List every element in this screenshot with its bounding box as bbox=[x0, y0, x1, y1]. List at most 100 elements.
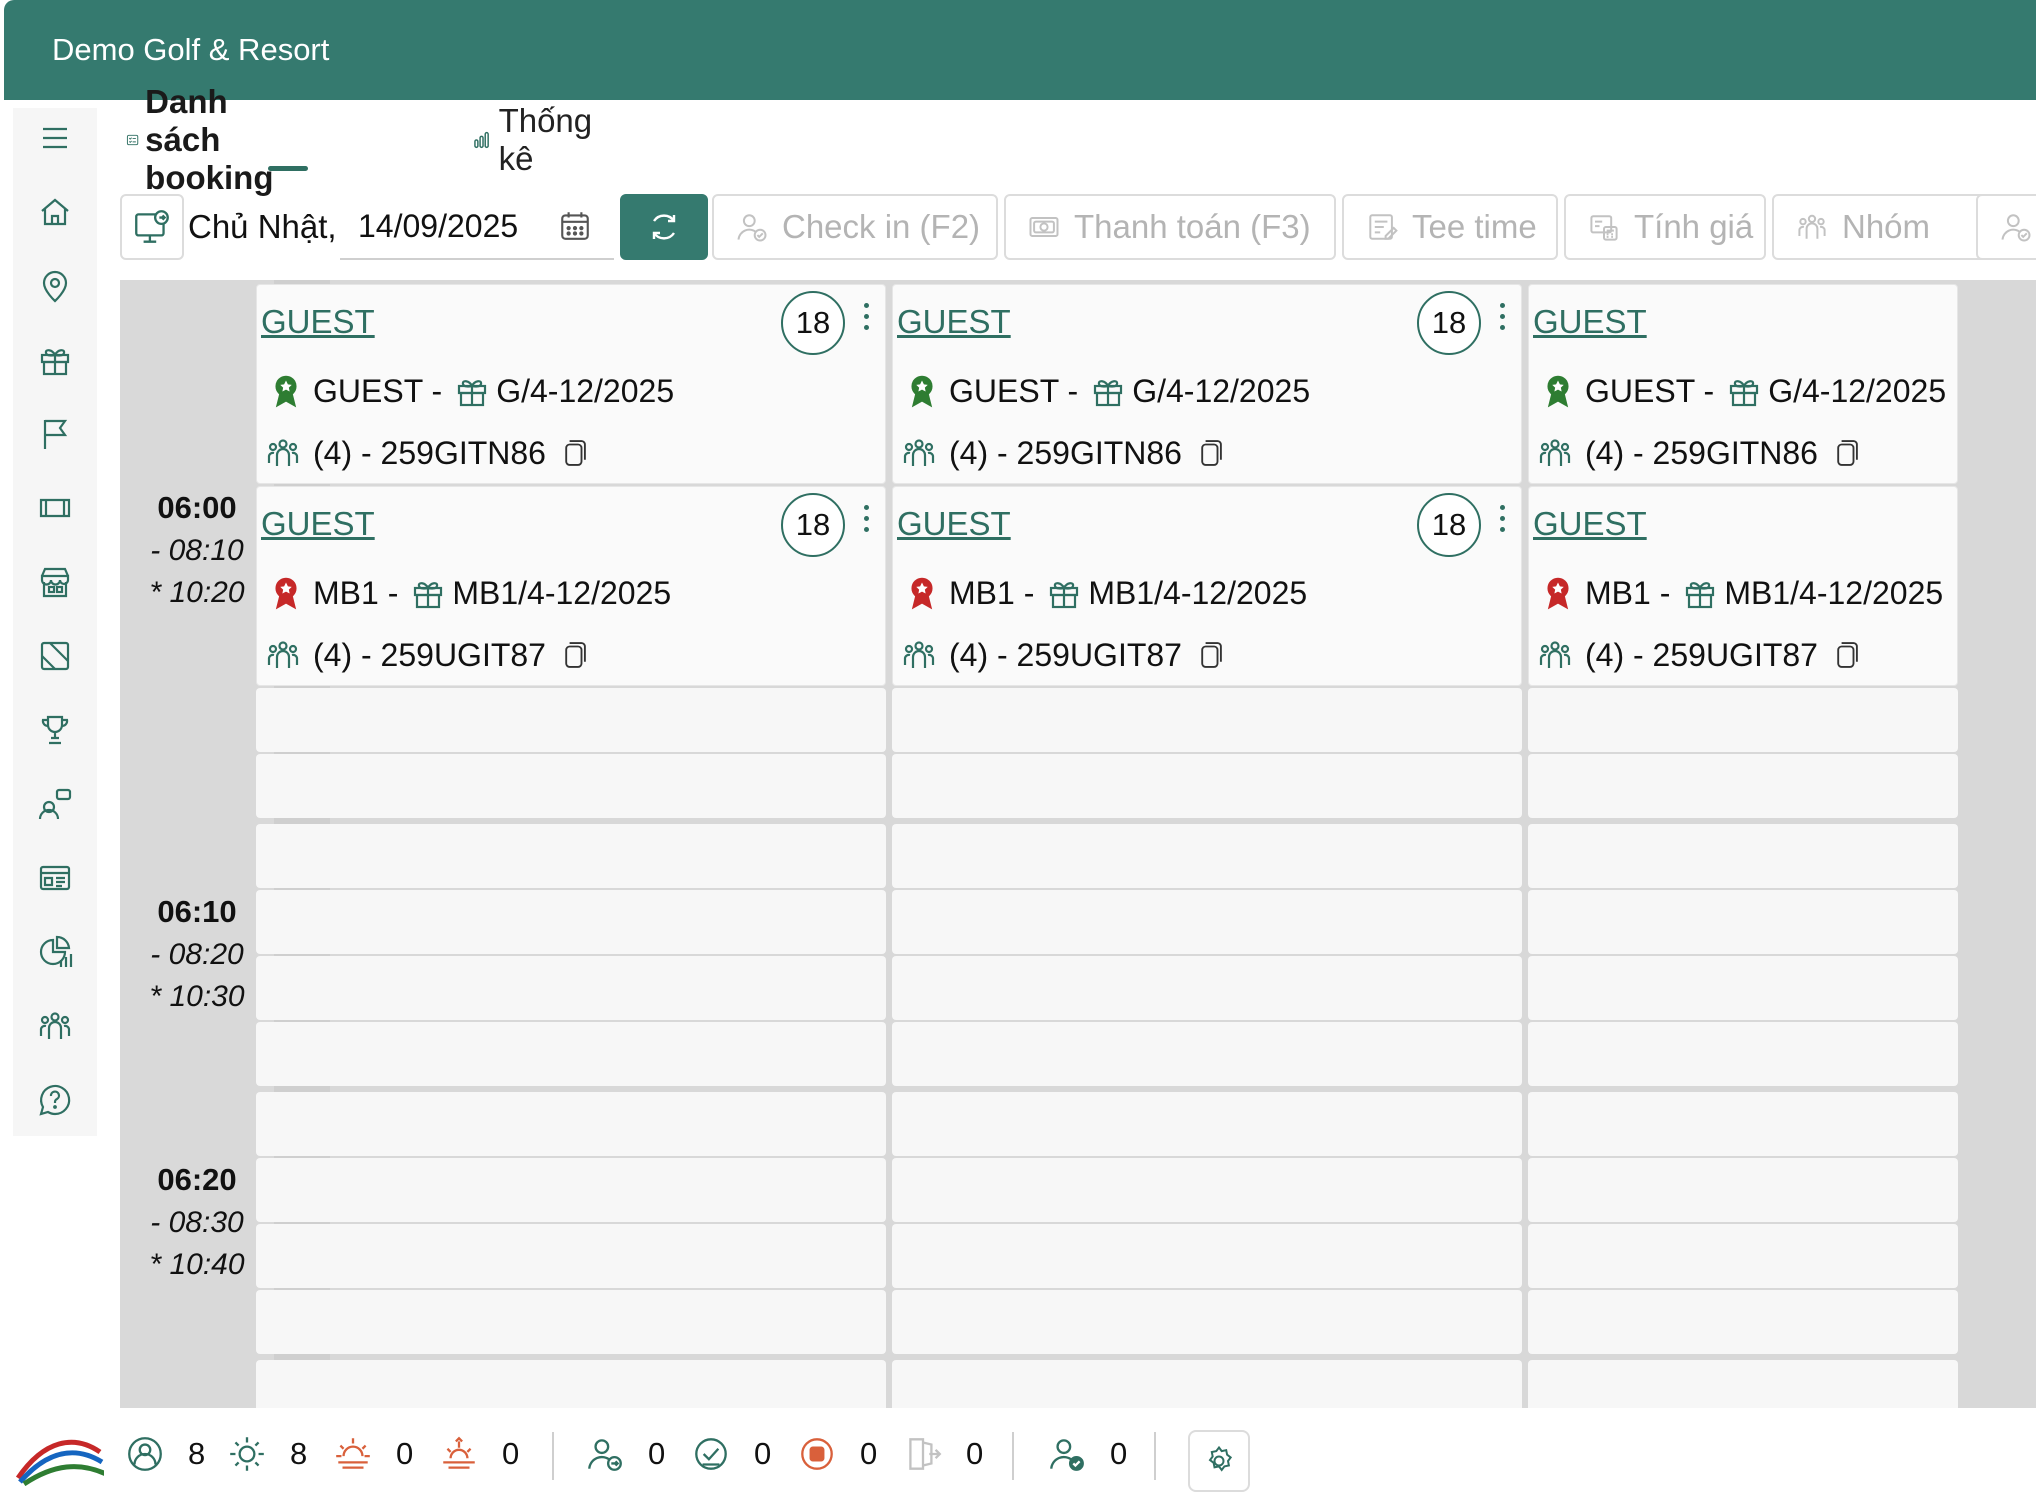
empty-tee-cell[interactable] bbox=[256, 956, 886, 1020]
empty-tee-cell[interactable] bbox=[256, 1360, 886, 1408]
empty-tee-cell[interactable] bbox=[256, 824, 886, 888]
toolbar-button-tee-time[interactable]: Tee time bbox=[1342, 194, 1558, 260]
booking-guest-link[interactable]: GUEST bbox=[1533, 505, 1647, 543]
empty-tee-cell[interactable] bbox=[892, 890, 1522, 954]
group-icon bbox=[267, 641, 299, 668]
sidebar-item-flag[interactable] bbox=[13, 404, 97, 464]
tab-active-indicator bbox=[268, 166, 308, 171]
copy-icon[interactable] bbox=[1828, 436, 1862, 470]
empty-tee-cell[interactable] bbox=[892, 1224, 1522, 1288]
sidebar-item-report[interactable] bbox=[13, 848, 97, 908]
empty-tee-cell[interactable] bbox=[256, 1290, 886, 1354]
empty-tee-cell[interactable] bbox=[256, 890, 886, 954]
empty-tee-cell[interactable] bbox=[892, 824, 1522, 888]
booking-card[interactable]: GUEST 18 GUEST - G/4-12/2025 (4) - 259GITN86 bbox=[256, 284, 886, 484]
sidebar-item-ticket[interactable] bbox=[13, 478, 97, 538]
more-options-icon[interactable] bbox=[1497, 299, 1507, 343]
toolbar-button-more[interactable] bbox=[1976, 194, 2036, 260]
empty-tee-cell[interactable] bbox=[1528, 1022, 1958, 1086]
empty-tee-cell[interactable] bbox=[1528, 1224, 1958, 1288]
empty-tee-cell[interactable] bbox=[256, 1224, 886, 1288]
tee-turn-time: - 08:30 bbox=[150, 1206, 244, 1239]
tab-booking-list[interactable]: Danh sách booking bbox=[126, 83, 288, 196]
people-chat-icon bbox=[38, 788, 72, 820]
copy-icon[interactable] bbox=[1828, 638, 1862, 672]
empty-tee-cell[interactable] bbox=[892, 1360, 1522, 1408]
status-stop[interactable]: 0 bbox=[796, 1410, 877, 1498]
empty-tee-cell[interactable] bbox=[892, 1022, 1522, 1086]
empty-tee-cell[interactable] bbox=[1528, 1360, 1958, 1408]
holes-badge: 18 bbox=[1417, 291, 1481, 355]
copy-icon[interactable] bbox=[556, 436, 590, 470]
calendar-icon[interactable] bbox=[558, 209, 592, 243]
sidebar-item-location[interactable] bbox=[13, 256, 97, 316]
sidebar-item-menu[interactable] bbox=[13, 108, 97, 168]
booking-guest-link[interactable]: GUEST bbox=[897, 303, 1011, 341]
booking-guest-link[interactable]: GUEST bbox=[897, 505, 1011, 543]
empty-tee-cell[interactable] bbox=[256, 1092, 886, 1156]
sidebar-item-home[interactable] bbox=[13, 182, 97, 242]
empty-tee-cell[interactable] bbox=[1528, 688, 1958, 752]
empty-tee-cell[interactable] bbox=[892, 1290, 1522, 1354]
booking-card[interactable]: GUEST 18 MB1 - MB1/4-12/2025 (4) - 259UGIT87 bbox=[892, 486, 1522, 686]
booking-card[interactable]: GUEST MB1 - MB1/4-12/2025 (4) - 259UGIT87 bbox=[1528, 486, 1958, 686]
status-sunset[interactable]: 0 bbox=[438, 1410, 519, 1498]
empty-tee-cell[interactable] bbox=[892, 1092, 1522, 1156]
settings-button[interactable] bbox=[1188, 1430, 1250, 1492]
empty-tee-cell[interactable] bbox=[1528, 890, 1958, 954]
group-row: (4) - 259GITN86 bbox=[1535, 433, 1862, 473]
sidebar-item-help[interactable] bbox=[13, 1070, 97, 1130]
booking-card[interactable]: GUEST GUEST - G/4-12/2025 (4) - 259GITN86 bbox=[1528, 284, 1958, 484]
screen-button[interactable] bbox=[120, 194, 184, 260]
booking-guest-link[interactable]: GUEST bbox=[261, 505, 375, 543]
date-field[interactable]: 14/09/2025 bbox=[340, 194, 614, 260]
more-options-icon[interactable] bbox=[861, 299, 871, 343]
empty-tee-cell[interactable] bbox=[1528, 1158, 1958, 1222]
status-user-arrival[interactable]: 0 bbox=[584, 1410, 665, 1498]
status-player[interactable]: 8 bbox=[124, 1410, 205, 1498]
sidebar-item-group[interactable] bbox=[13, 996, 97, 1056]
empty-tee-cell[interactable] bbox=[892, 956, 1522, 1020]
sidebar-item-gift[interactable] bbox=[13, 330, 97, 390]
sidebar-item-trophy[interactable] bbox=[13, 700, 97, 760]
refresh-button[interactable] bbox=[620, 194, 708, 260]
empty-tee-cell[interactable] bbox=[1528, 1290, 1958, 1354]
copy-icon[interactable] bbox=[1192, 638, 1226, 672]
empty-tee-cell[interactable] bbox=[256, 1158, 886, 1222]
empty-tee-cell[interactable] bbox=[256, 754, 886, 818]
sidebar-item-course[interactable] bbox=[13, 626, 97, 686]
group-row: (4) - 259UGIT87 bbox=[263, 635, 590, 675]
empty-tee-cell[interactable] bbox=[892, 1158, 1522, 1222]
booking-card[interactable]: GUEST 18 MB1 - MB1/4-12/2025 (4) - 259UGIT87 bbox=[256, 486, 886, 686]
status-sun[interactable]: 8 bbox=[226, 1410, 307, 1498]
empty-tee-cell[interactable] bbox=[892, 688, 1522, 752]
empty-tee-cell[interactable] bbox=[1528, 754, 1958, 818]
booking-guest-link[interactable]: GUEST bbox=[261, 303, 375, 341]
more-options-icon[interactable] bbox=[1497, 501, 1507, 545]
status-exit[interactable]: 0 bbox=[902, 1410, 983, 1498]
toolbar-button-price-calc[interactable]: Tính giá bbox=[1564, 194, 1766, 260]
sidebar-item-people-chat[interactable] bbox=[13, 774, 97, 834]
empty-tee-cell[interactable] bbox=[1528, 1092, 1958, 1156]
copy-icon[interactable] bbox=[556, 638, 590, 672]
status-check-circle[interactable]: 0 bbox=[690, 1410, 771, 1498]
booking-guest-link[interactable]: GUEST bbox=[1533, 303, 1647, 341]
toolbar-button-user-checkin[interactable]: Check in (F2) bbox=[712, 194, 998, 260]
status-sun-red[interactable]: 0 bbox=[332, 1410, 413, 1498]
empty-tee-cell[interactable] bbox=[256, 688, 886, 752]
empty-tee-cell[interactable] bbox=[892, 754, 1522, 818]
toolbar-button-label: Tee time bbox=[1412, 208, 1537, 245]
more-options-icon[interactable] bbox=[861, 501, 871, 545]
status-user-verified[interactable]: 0 bbox=[1046, 1410, 1127, 1498]
sidebar-item-analytics[interactable] bbox=[13, 922, 97, 982]
empty-tee-cell[interactable] bbox=[1528, 956, 1958, 1020]
toolbar-button-money[interactable]: Thanh toán (F3) bbox=[1004, 194, 1336, 260]
tee-turn-time: - 08:20 bbox=[150, 938, 244, 971]
tab-statistics[interactable]: Thống kê bbox=[472, 102, 600, 177]
toolbar-button-group[interactable]: Nhóm bbox=[1772, 194, 1990, 260]
booking-card[interactable]: GUEST 18 GUEST - G/4-12/2025 (4) - 259GITN86 bbox=[892, 284, 1522, 484]
empty-tee-cell[interactable] bbox=[1528, 824, 1958, 888]
sidebar-item-store[interactable] bbox=[13, 552, 97, 612]
copy-icon[interactable] bbox=[1192, 436, 1226, 470]
empty-tee-cell[interactable] bbox=[256, 1022, 886, 1086]
